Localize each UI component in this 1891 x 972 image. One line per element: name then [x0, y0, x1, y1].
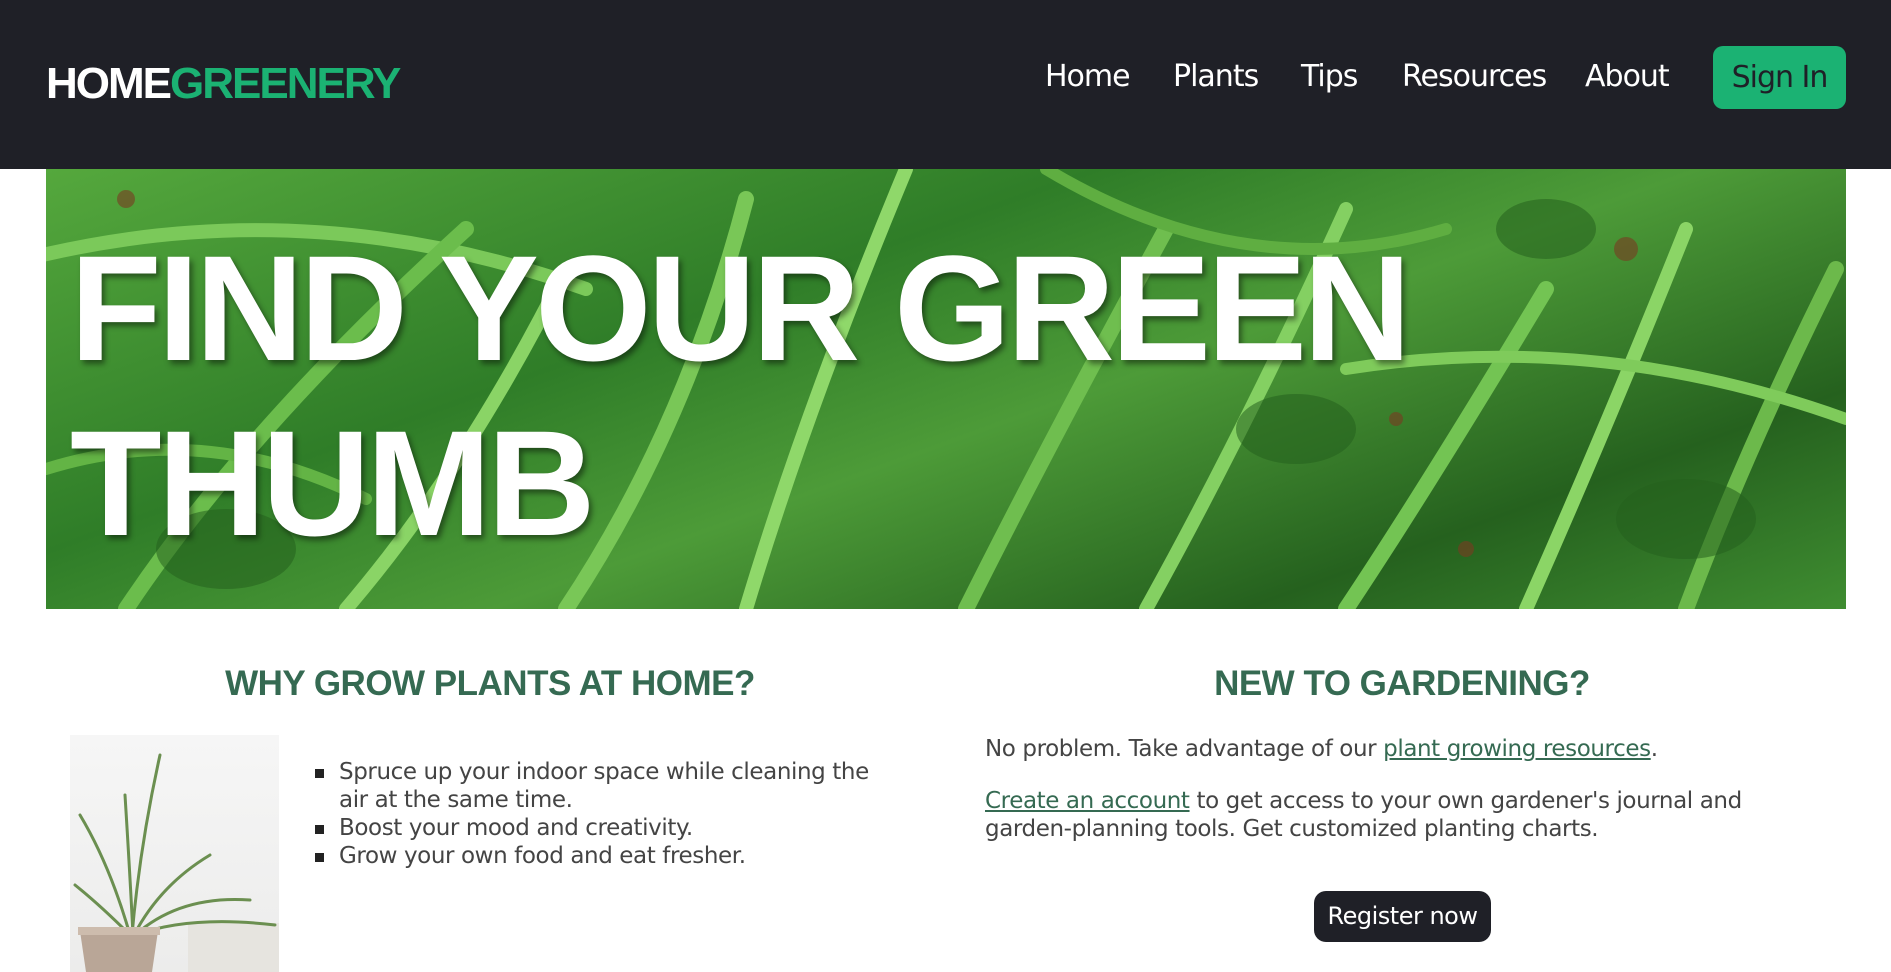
- resources-paragraph: No problem. Take advantage of our plant …: [985, 735, 1835, 763]
- why-grow-heading: WHY GROW PLANTS AT HOME?: [225, 664, 755, 703]
- sign-in-button[interactable]: Sign In: [1713, 46, 1846, 109]
- nav-tips-link[interactable]: Tips: [1301, 60, 1358, 94]
- plant-growing-resources-link[interactable]: plant growing resources: [1383, 736, 1651, 762]
- potted-plant-image: [73, 753, 279, 972]
- site-logo[interactable]: HOMEGREENERY: [46, 56, 401, 112]
- list-item: Grow your own food and eat fresher.: [315, 842, 895, 870]
- logo-home-text: HOME: [46, 59, 172, 108]
- nav-resources-link[interactable]: Resources: [1402, 60, 1547, 94]
- nav-about-link[interactable]: About: [1585, 60, 1670, 94]
- nav-home-link[interactable]: Home: [1045, 60, 1131, 94]
- list-item: Spruce up your indoor space while cleani…: [315, 758, 895, 814]
- new-to-gardening-heading: NEW TO GARDENING?: [1214, 664, 1590, 703]
- hero-title-line-2: THUMB: [70, 399, 596, 567]
- nav-plants-link[interactable]: Plants: [1173, 60, 1259, 94]
- hero-banner: FIND YOUR GREEN THUMB: [46, 169, 1846, 609]
- register-now-button[interactable]: Register now: [1314, 891, 1491, 942]
- hero-title: FIND YOUR GREEN THUMB: [70, 221, 1570, 571]
- period-text: .: [1650, 736, 1658, 762]
- hero-title-line-1: FIND YOUR GREEN: [70, 224, 1411, 392]
- reasons-list: Spruce up your indoor space while cleani…: [315, 758, 895, 870]
- top-navigation-bar: HOMEGREENERY Home Plants Tips Resources …: [0, 0, 1891, 169]
- resources-text: No problem. Take advantage of our: [985, 736, 1384, 762]
- account-paragraph: Create an account to get access to your …: [985, 787, 1835, 843]
- list-item: Boost your mood and creativity.: [315, 814, 895, 842]
- create-account-link[interactable]: Create an account: [985, 788, 1190, 814]
- plant-photo: [70, 735, 279, 972]
- logo-greenery-text: GREENERY: [170, 59, 401, 108]
